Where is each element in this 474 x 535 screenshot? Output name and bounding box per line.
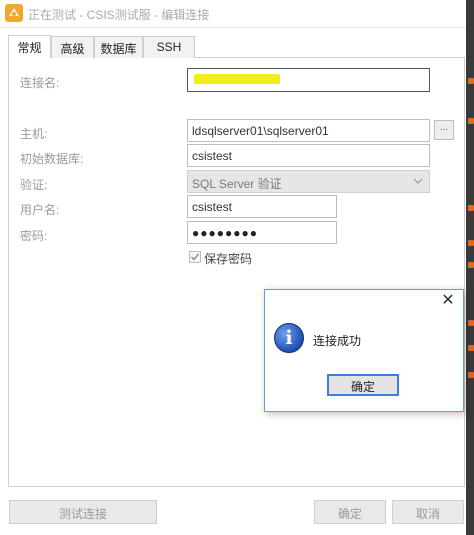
connection-name-field[interactable]	[187, 68, 430, 92]
tab-database[interactable]: 数据库	[94, 36, 143, 58]
info-icon: i	[274, 323, 304, 353]
tab-general[interactable]: 常规	[8, 35, 51, 58]
ok-button[interactable]: 确定	[314, 500, 386, 524]
tab-advanced[interactable]: 高级	[51, 36, 94, 58]
authentication-label: 验证:	[20, 178, 48, 192]
authentication-select[interactable]: SQL Server 验证	[187, 170, 430, 193]
password-mask: ●●●●●●●●	[192, 226, 258, 240]
dialog-ok-button[interactable]: 确定	[327, 374, 399, 396]
test-connection-button[interactable]: 测试连接	[9, 500, 157, 524]
password-field[interactable]: ●●●●●●●●	[187, 221, 337, 244]
host-field[interactable]: ldsqlserver01\sqlserver01	[187, 119, 430, 142]
save-password-label: 保存密码	[204, 252, 253, 266]
username-label: 用户名:	[20, 203, 60, 217]
initial-database-field[interactable]: csistest	[187, 144, 430, 167]
desktop-background-strip	[466, 0, 474, 535]
cancel-button[interactable]: 取消	[392, 500, 464, 524]
host-browse-button[interactable]: ...	[434, 120, 454, 140]
connection-name-label: 连接名:	[20, 76, 60, 90]
checkmark-icon	[191, 253, 200, 261]
username-field[interactable]: csistest	[187, 195, 337, 218]
tab-ssh[interactable]: SSH	[143, 36, 195, 58]
redaction-highlight	[194, 74, 280, 84]
initial-database-label: 初始数据库:	[20, 152, 84, 166]
window-title: 正在测试 - CSIS测试服 - 编辑连接	[28, 8, 210, 22]
password-label: 密码:	[20, 229, 48, 243]
title-bar: 正在测试 - CSIS测试服 - 编辑连接	[0, 0, 466, 28]
chevron-down-icon	[413, 178, 423, 184]
host-label: 主机:	[20, 127, 48, 141]
dialog-message: 连接成功	[313, 334, 362, 348]
connection-success-dialog: ✕ i 连接成功 确定	[264, 289, 464, 412]
authentication-value: SQL Server 验证	[192, 177, 282, 191]
save-password-checkbox[interactable]	[189, 251, 201, 263]
close-icon[interactable]: ✕	[441, 293, 455, 309]
app-logo-icon	[5, 4, 23, 22]
